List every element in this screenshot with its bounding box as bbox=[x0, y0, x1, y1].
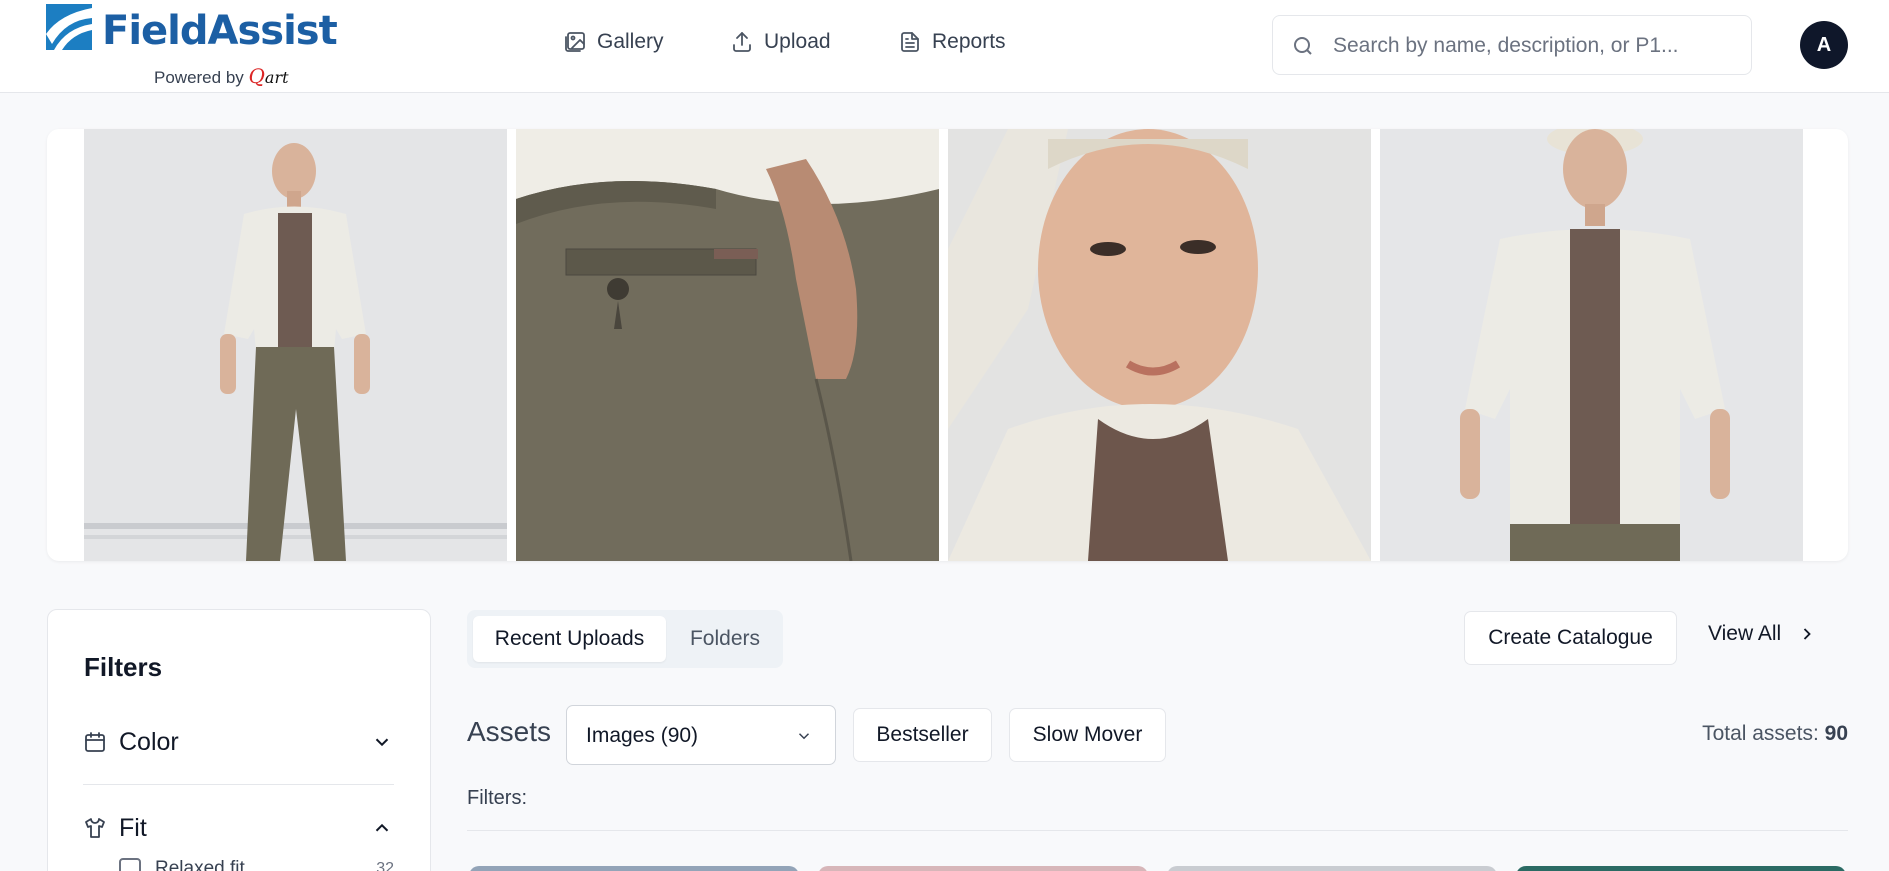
slow-mover-button[interactable]: Slow Mover bbox=[1009, 708, 1166, 762]
upload-icon bbox=[733, 32, 751, 52]
nav-reports[interactable]: Reports bbox=[898, 30, 1006, 54]
fit-option-label: Relaxed fit bbox=[155, 858, 245, 871]
qart-q: Q bbox=[248, 64, 265, 88]
powered-by-label: Powered by Qart bbox=[154, 64, 289, 88]
fieldassist-logo[interactable]: FieldAssist Powered by Qart bbox=[46, 2, 338, 88]
hero-banner bbox=[47, 129, 1848, 561]
bestseller-button[interactable]: Bestseller bbox=[853, 708, 992, 762]
pocket-detail-illustration bbox=[516, 129, 939, 561]
portrait-illustration bbox=[948, 129, 1371, 561]
asset-thumbnail[interactable] bbox=[1167, 866, 1497, 871]
facet-divider bbox=[83, 784, 394, 785]
asset-type-select[interactable]: Images (90) bbox=[566, 705, 836, 765]
nav-upload-label: Upload bbox=[764, 30, 831, 53]
asset-thumbnail[interactable] bbox=[469, 866, 799, 871]
search-box bbox=[1272, 15, 1752, 75]
view-tabs: Recent Uploads Folders bbox=[467, 610, 783, 668]
asset-thumbnail[interactable] bbox=[1516, 866, 1846, 871]
gallery-icon bbox=[565, 32, 585, 52]
tab-recent-uploads[interactable]: Recent Uploads bbox=[473, 616, 666, 662]
asset-thumbnail[interactable] bbox=[818, 866, 1148, 871]
nav-gallery[interactable]: Gallery bbox=[563, 30, 664, 54]
reports-icon bbox=[901, 32, 919, 52]
chevron-up-icon bbox=[375, 823, 389, 832]
chevron-down-icon bbox=[375, 738, 389, 747]
create-catalogue-button[interactable]: Create Catalogue bbox=[1464, 611, 1677, 665]
fit-option-checkbox[interactable] bbox=[119, 858, 141, 871]
total-assets-value: 90 bbox=[1824, 722, 1848, 745]
search-input[interactable] bbox=[1333, 26, 1733, 66]
applied-filters-label: Filters: bbox=[467, 787, 527, 809]
banner-photo-front-look[interactable] bbox=[1380, 129, 1803, 561]
chevron-right-icon bbox=[1804, 628, 1811, 640]
facet-fit-label: Fit bbox=[119, 813, 147, 842]
calendar-icon bbox=[85, 732, 105, 752]
powered-by-text: Powered by bbox=[154, 68, 244, 87]
nav-gallery-label: Gallery bbox=[597, 30, 664, 53]
full-look-illustration bbox=[84, 129, 507, 561]
nav-upload[interactable]: Upload bbox=[730, 30, 831, 54]
total-assets: Total assets: 90 bbox=[1702, 722, 1848, 746]
view-all-label: View All bbox=[1708, 622, 1782, 645]
qart-rest: art bbox=[264, 68, 289, 87]
filters-title: Filters bbox=[84, 652, 163, 682]
fit-option-count: 32 bbox=[376, 860, 394, 871]
logo-wordmark: FieldAssist bbox=[102, 8, 338, 54]
content-divider bbox=[467, 830, 1848, 831]
asset-type-selected: Images (90) bbox=[586, 724, 699, 747]
user-avatar[interactable]: A bbox=[1800, 21, 1848, 69]
nav-reports-label: Reports bbox=[932, 30, 1006, 53]
search-icon bbox=[1294, 37, 1312, 55]
qart-brand: Qart bbox=[249, 64, 289, 88]
banner-photo-pocket-detail[interactable] bbox=[516, 129, 939, 561]
banner-photo-full-look[interactable] bbox=[84, 129, 507, 561]
facet-fit[interactable]: Fit bbox=[83, 808, 393, 848]
top-header: FieldAssist Powered by Qart Gallery Uplo… bbox=[0, 0, 1889, 93]
assets-heading: Assets bbox=[467, 716, 552, 747]
banner-photo-portrait[interactable] bbox=[948, 129, 1371, 561]
chevron-down-icon bbox=[798, 733, 810, 740]
facet-color[interactable]: Color bbox=[83, 722, 393, 762]
facet-color-label: Color bbox=[119, 727, 179, 756]
logo-mark-icon bbox=[46, 4, 92, 50]
front-look-illustration bbox=[1380, 129, 1803, 561]
fit-option-relaxed[interactable]: Relaxed fit 32 bbox=[119, 858, 394, 871]
shirt-icon bbox=[85, 818, 105, 838]
view-all-link[interactable]: View All bbox=[1708, 622, 1817, 646]
total-assets-label: Total assets: bbox=[1702, 722, 1819, 745]
tab-folders[interactable]: Folders bbox=[671, 616, 779, 662]
